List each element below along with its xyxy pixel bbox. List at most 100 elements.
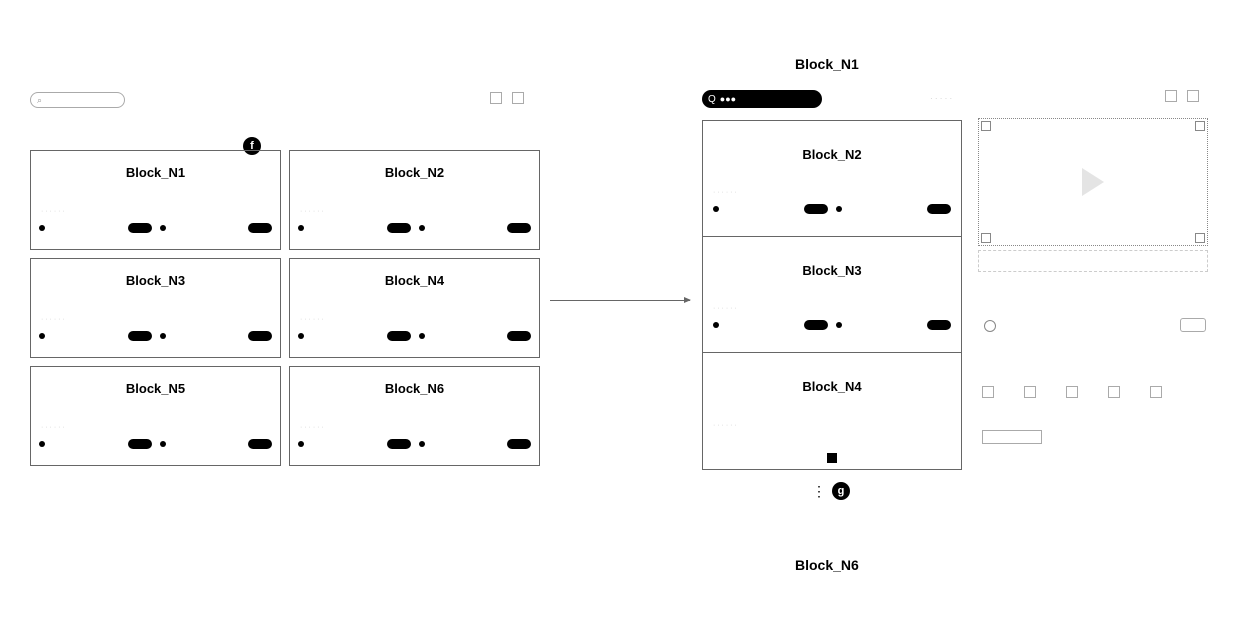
dot-icon [419,225,425,231]
bottom-label-n6: Block_N6 [795,557,859,573]
block-meta: · · · · · · [300,316,529,323]
list-block-n4[interactable]: Block_N4 · · · · · · [703,353,961,469]
list-block-n3[interactable]: Block_N3 · · · · · · [703,237,961,353]
left-top-icons [490,92,524,104]
pill-icon [804,320,828,330]
expand-icon[interactable] [512,92,524,104]
video-caption-field [978,250,1208,272]
block-title: Block_N4 [711,379,953,394]
radio-option-row [984,320,996,332]
block-row [298,223,531,233]
pill-icon [804,204,828,214]
block-n2[interactable]: Block_N2 · · · · · · [289,150,540,250]
dot-icon [160,441,166,447]
action-icon-5[interactable] [1150,386,1162,398]
block-title: Block_N5 [39,381,272,396]
expand-icon[interactable] [1187,90,1199,102]
search-icon: Q [708,94,716,105]
annotation-g-row: ⋮ g [812,482,850,500]
pill-icon [927,320,951,330]
search-icon: ⌕ [37,95,42,106]
block-title: Block_N1 [39,165,272,180]
block-row [713,204,951,214]
crop-corner-icon [1195,233,1205,243]
block-title: Block_N3 [711,263,953,278]
block-row [39,331,272,341]
pill-icon [248,223,272,233]
right-top-icons [1165,90,1199,102]
crop-corner-icon [1195,121,1205,131]
action-icon-4[interactable] [1108,386,1120,398]
action-icon-1[interactable] [982,386,994,398]
block-meta: · · · · · · [300,424,529,431]
dot-icon [419,441,425,447]
block-n1[interactable]: Block_N1 · · · · · · [30,150,281,250]
dot-icon [713,206,719,212]
pill-icon [387,439,411,449]
block-row [39,439,272,449]
pill-icon [387,331,411,341]
block-title: Block_N6 [298,381,531,396]
crop-corner-icon [981,233,991,243]
pill-icon [128,439,152,449]
dot-icon [298,225,304,231]
pill-icon [507,223,531,233]
dot-icon [39,441,45,447]
search-input-right[interactable]: Q ●●● [702,90,822,108]
pill-icon [128,331,152,341]
block-row [39,223,272,233]
block-meta: · · · · · · [41,208,270,215]
radio-option[interactable] [984,320,996,332]
right-list: Block_N2 · · · · · · Block_N3 · · · · · … [702,120,962,470]
small-input-field[interactable] [982,430,1042,444]
block-meta: · · · · · · [713,422,951,429]
dot-icon [836,322,842,328]
action-icon-2[interactable] [1024,386,1036,398]
dot-icon [160,333,166,339]
top-label-n1: Block_N1 [795,56,859,72]
dot-icon [419,333,425,339]
block-n6[interactable]: Block_N6 · · · · · · [289,366,540,466]
dot-icon [713,322,719,328]
search-text: ●●● [720,94,736,104]
left-grid: Block_N1 · · · · · · Block_N2 · · · · · … [30,150,540,466]
crop-corner-icon [981,121,991,131]
annotation-badge-g: g [832,482,850,500]
block-title: Block_N2 [298,165,531,180]
play-icon [1082,168,1104,196]
grid-icon[interactable] [490,92,502,104]
dot-icon [298,333,304,339]
block-meta: · · · · · · [41,424,270,431]
block-meta: · · · · · · [41,316,270,323]
block-n3[interactable]: Block_N3 · · · · · · [30,258,281,358]
transition-arrow [550,300,690,301]
pill-icon [248,331,272,341]
right-header-meta: · · · · · [930,94,952,103]
pill-icon [248,439,272,449]
block-title: Block_N4 [298,273,531,288]
block-meta: · · · · · · [713,305,951,312]
grid-icon[interactable] [1165,90,1177,102]
search-input-left[interactable]: ⌕ [30,92,125,108]
pill-icon [927,204,951,214]
selected-marker-icon [827,453,837,463]
dot-icon [298,441,304,447]
block-row [298,331,531,341]
block-n4[interactable]: Block_N4 · · · · · · [289,258,540,358]
action-icon-3[interactable] [1066,386,1078,398]
block-title: Block_N3 [39,273,272,288]
vertical-dots-icon: ⋮ [812,483,824,500]
block-title: Block_N2 [711,147,953,162]
dot-icon [160,225,166,231]
tag-pill[interactable] [1180,318,1206,332]
video-preview-card[interactable] [978,118,1208,246]
pill-icon [387,223,411,233]
list-block-n2[interactable]: Block_N2 · · · · · · [703,121,961,237]
block-n5[interactable]: Block_N5 · · · · · · [30,366,281,466]
action-icon-row [982,386,1162,398]
block-meta: · · · · · · [713,189,951,196]
block-row [298,439,531,449]
pill-icon [128,223,152,233]
block-row [713,320,951,330]
dot-icon [39,225,45,231]
